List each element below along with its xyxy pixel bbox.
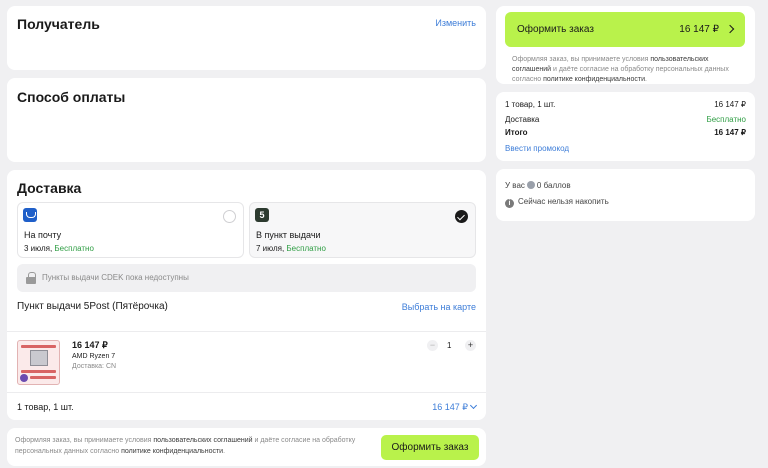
summary-count: 1 товар, 1 шт. (17, 402, 74, 412)
terms-link[interactable]: пользовательских соглашений (153, 437, 252, 444)
total-row: Итого 16 147 ₽ (505, 128, 746, 137)
option-date: 7 июля, (256, 244, 285, 253)
payment-title: Способ оплаты (17, 89, 126, 105)
russian-post-icon (23, 208, 37, 222)
bonus-balance: У вас 0 баллов (505, 181, 571, 190)
disclaimer-text: Оформляя заказ, вы принимаете условия (15, 437, 154, 444)
delivery-row: Доставка Бесплатно (505, 115, 746, 124)
chevron-right-icon (725, 24, 735, 34)
option-date: 3 июля, (24, 244, 53, 253)
delivery-option-pickup[interactable]: 5 В пункт выдачи 7 июля, Бесплатно (249, 202, 476, 258)
place-order-button[interactable]: Оформить заказ 16 147 ₽ (505, 12, 745, 47)
totals-card: 1 товар, 1 шт. 16 147 ₽ Доставка Бесплат… (496, 92, 755, 161)
enter-promo-link[interactable]: Ввести промокод (505, 144, 569, 153)
disclaimer-text: . (223, 448, 226, 455)
change-recipient-link[interactable]: Изменить (435, 18, 476, 28)
total-value: 16 147 ₽ (714, 128, 746, 137)
delivery-label: Доставка (505, 115, 540, 124)
quantity-decrease-button[interactable]: − (427, 340, 438, 351)
5post-icon: 5 (255, 208, 269, 222)
order-disclaimer: Оформляя заказ, вы принимаете условия по… (512, 55, 744, 85)
privacy-link[interactable]: политике конфиденциальности (121, 448, 223, 455)
option-title: На почту (24, 230, 62, 240)
disclaimer-text: . (645, 76, 647, 83)
option-date-price: 7 июля, Бесплатно (256, 244, 326, 253)
items-label: 1 товар, 1 шт. (505, 100, 556, 109)
seller-badge-icon (20, 374, 28, 382)
summary-total: 16 147 ₽ (432, 402, 468, 412)
option-price: Бесплатно (286, 244, 326, 253)
summary-total-toggle[interactable]: 16 147 ₽ (432, 401, 478, 413)
quantity-value: 1 (447, 341, 452, 350)
total-label: Итого (505, 128, 528, 137)
bottom-checkout-bar: Оформляя заказ, вы принимаете условия по… (7, 428, 486, 466)
disclaimer-text: Оформляя заказ, вы принимаете условия (512, 56, 651, 63)
option-price: Бесплатно (54, 244, 94, 253)
option-title: В пункт выдачи (256, 230, 321, 240)
product-shipping: Доставка: CN (72, 363, 117, 370)
bonus-prefix: У вас (505, 181, 525, 190)
cdek-notice: Пункты выдачи CDEK пока недоступны (17, 264, 476, 292)
place-order-label: Оформить заказ (517, 24, 594, 35)
items-value: 16 147 ₽ (714, 100, 746, 109)
bonus-notice-text: Сейчас нельзя накопить (518, 197, 609, 206)
privacy-link[interactable]: политике конфиденциальности (543, 76, 645, 83)
image-stripe (30, 376, 56, 379)
items-row: 1 товар, 1 шт. 16 147 ₽ (505, 100, 746, 109)
recipient-title: Получатель (17, 16, 100, 32)
lock-icon (26, 272, 36, 284)
option-date-price: 3 июля, Бесплатно (24, 244, 94, 253)
cpu-picture (30, 350, 48, 366)
product-image[interactable] (17, 340, 60, 385)
info-icon: i (505, 199, 514, 208)
cdek-notice-text: Пункты выдачи CDEK пока недоступны (42, 273, 189, 282)
pickup-point-label: Пункт выдачи 5Post (Пятёрочка) (17, 301, 168, 312)
coin-icon (526, 181, 535, 189)
bottom-disclaimer: Оформляя заказ, вы принимаете условия по… (15, 435, 370, 457)
product-name[interactable]: AMD Ryzen 7 (72, 353, 115, 360)
product-price: 16 147 ₽ (72, 340, 108, 350)
payment-section: Способ оплаты (7, 78, 486, 162)
delivery-title: Доставка (17, 180, 82, 196)
order-card: Оформить заказ 16 147 ₽ Оформляя заказ, … (496, 6, 755, 84)
place-order-button-bottom[interactable]: Оформить заказ (381, 435, 479, 460)
divider (7, 331, 486, 332)
delivery-option-post[interactable]: На почту 3 июля, Бесплатно (17, 202, 244, 258)
delivery-value: Бесплатно (706, 115, 746, 124)
bonus-notice: i Сейчас нельзя накопить (505, 197, 609, 208)
bonus-points: 0 баллов (536, 181, 571, 190)
radio-unselected[interactable] (223, 210, 236, 223)
bonus-card: У вас 0 баллов i Сейчас нельзя накопить (496, 169, 755, 221)
choose-on-map-link[interactable]: Выбрать на карте (402, 302, 476, 312)
chevron-down-icon (469, 401, 478, 410)
divider (7, 392, 486, 393)
recipient-section: Получатель Изменить (7, 6, 486, 70)
place-order-price: 16 147 ₽ (679, 24, 719, 35)
quantity-increase-button[interactable]: + (465, 340, 476, 351)
image-stripe (21, 345, 56, 348)
delivery-section: Доставка На почту 3 июля, Бесплатно 5 В … (7, 170, 486, 420)
radio-selected[interactable] (455, 210, 468, 223)
image-stripe (21, 370, 56, 373)
